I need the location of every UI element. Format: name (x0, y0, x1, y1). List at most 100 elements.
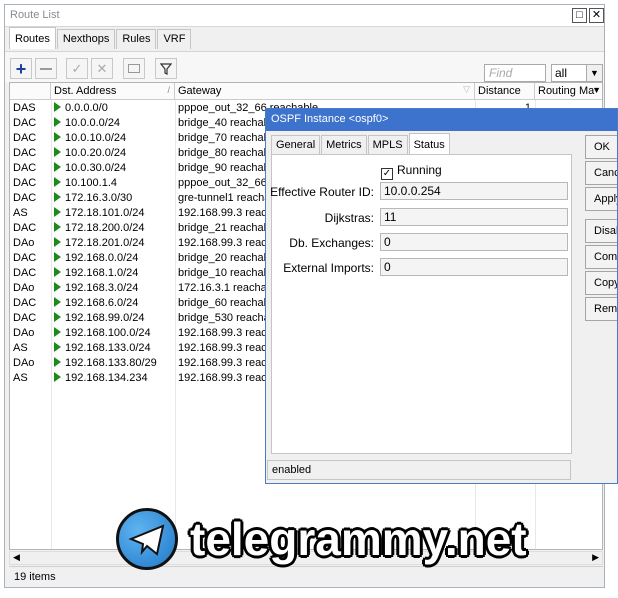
route-dst-address-text: 192.168.133.80/29 (65, 357, 157, 369)
route-dst-address: 172.16.3.0/30 (51, 191, 175, 206)
db-exchanges-value[interactable]: 0 (380, 233, 568, 251)
route-dst-address: 10.0.20.0/24 (51, 146, 175, 161)
window-title: Route List (10, 9, 60, 21)
route-dst-address: 172.18.101.0/24 (51, 206, 175, 221)
route-dst-address-text: 10.0.10.0/24 (65, 132, 127, 144)
route-flag-icon (54, 177, 61, 187)
tab-vrf[interactable]: VRF (157, 29, 192, 49)
column-header-gateway[interactable]: Gateway ▽ (175, 83, 475, 100)
tab-routes[interactable]: Routes (9, 27, 56, 49)
title-bar[interactable]: Route List □ ✕ (5, 5, 604, 27)
route-flags-text: DAC (13, 267, 37, 279)
route-flags-text: DAC (13, 222, 37, 234)
dijkstras-value[interactable]: 11 (380, 208, 568, 226)
route-flags: DAC (10, 311, 51, 326)
ospf-instance-dialog: OSPF Instance <ospf0> General Metrics MP… (265, 108, 618, 484)
sort-indicator-icon: ▽ (463, 84, 470, 94)
route-flag-icon (54, 327, 61, 337)
running-checkbox[interactable]: ✓ Running (381, 163, 442, 180)
route-flags: DAC (10, 191, 51, 206)
route-flags-text: DAC (13, 177, 37, 189)
tab-metrics[interactable]: Metrics (321, 135, 367, 154)
tab-rules[interactable]: Rules (116, 29, 157, 49)
route-flags-text: DAS (13, 102, 36, 114)
route-dst-address-text: 10.100.1.4 (65, 177, 117, 189)
running-label: Running (397, 163, 442, 177)
column-header-routing-mark[interactable]: Routing Ma ▼ (535, 83, 602, 100)
route-dst-address-text: 192.168.6.0/24 (65, 297, 139, 309)
route-flag-icon (54, 192, 61, 202)
remove-button[interactable]: Remove (585, 297, 617, 321)
route-flags: DAo (10, 236, 51, 251)
route-flags-text: DAC (13, 162, 37, 174)
enable-button[interactable]: ✓ (66, 58, 88, 79)
add-button[interactable]: + (10, 58, 32, 79)
tab-general[interactable]: General (271, 135, 321, 154)
column-header-label: Gateway (178, 85, 222, 97)
route-flags-text: AS (13, 372, 28, 384)
maximize-button[interactable]: □ (572, 8, 587, 23)
add-icon: + (15, 58, 27, 79)
route-flags-text: AS (13, 342, 28, 354)
route-flags-text: DAo (13, 237, 35, 249)
router-id-value[interactable]: 10.0.0.254 (380, 182, 568, 200)
route-flag-icon (54, 342, 61, 352)
comment-button[interactable] (123, 58, 145, 79)
toolbar: + ✓ ✕ Find all ▼ (5, 51, 604, 83)
disable-button[interactable]: ✕ (91, 58, 113, 79)
route-flags: DAC (10, 131, 51, 146)
dialog-title[interactable]: OSPF Instance <ospf0> (266, 109, 617, 131)
route-flag-icon (54, 357, 61, 367)
route-flag-icon (54, 237, 61, 247)
route-flags-text: DAC (13, 192, 37, 204)
route-dst-address-text: 172.18.201.0/24 (65, 237, 145, 249)
scroll-left-icon: ◀ (13, 552, 20, 562)
route-dst-address: 192.168.3.0/24 (51, 281, 175, 296)
route-flag-icon (54, 252, 61, 262)
route-gateway-text: bridge_10 reachable (178, 267, 279, 279)
route-dst-address-text: 10.0.20.0/24 (65, 147, 127, 159)
filter-button[interactable] (155, 58, 177, 79)
route-dst-address: 192.168.1.0/24 (51, 266, 175, 281)
tab-mpls[interactable]: MPLS (367, 135, 408, 154)
ok-button[interactable]: OK (585, 135, 617, 159)
column-header-flags[interactable] (10, 83, 51, 100)
route-flags-text: DAC (13, 297, 37, 309)
chevron-down-icon: ▼ (586, 65, 602, 81)
route-dst-address-text: 0.0.0.0/0 (65, 102, 108, 114)
route-gateway-text: pppoe_out_32_66 (178, 177, 267, 189)
route-flag-icon (54, 222, 61, 232)
router-id-label: Effective Router ID: (270, 185, 374, 199)
external-imports-value[interactable]: 0 (380, 258, 568, 276)
route-flags-text: DAC (13, 147, 37, 159)
route-flags: DAC (10, 221, 51, 236)
close-button[interactable]: ✕ (589, 8, 604, 23)
column-header-label: Dst. Address (54, 85, 117, 97)
disable-button[interactable]: Disable (585, 219, 617, 243)
tab-status[interactable]: Status (408, 133, 450, 154)
checkmark-icon: ✓ (381, 168, 393, 180)
route-dst-address-text: 172.18.101.0/24 (65, 207, 145, 219)
tab-nexthops[interactable]: Nexthops (56, 29, 116, 49)
filter-select[interactable]: all ▼ (551, 64, 603, 82)
remove-button[interactable] (35, 58, 57, 79)
route-dst-address-text: 192.168.100.0/24 (65, 327, 151, 339)
comment-button[interactable]: Comment (585, 245, 617, 269)
route-flags: DAC (10, 116, 51, 131)
column-header-dst-address[interactable]: Dst. Address / (51, 83, 175, 100)
route-flags: DAo (10, 281, 51, 296)
cancel-button[interactable]: Cancel (585, 161, 617, 185)
copy-button[interactable]: Copy (585, 271, 617, 295)
route-gateway-text: bridge_80 reachable (178, 147, 279, 159)
route-flags: DAC (10, 266, 51, 281)
route-flags-text: AS (13, 207, 28, 219)
apply-button[interactable]: Apply (585, 187, 617, 211)
find-input[interactable]: Find (484, 64, 546, 82)
route-dst-address: 10.100.1.4 (51, 176, 175, 191)
external-imports-label: External Imports: (283, 261, 374, 275)
column-header-distance[interactable]: Distance (475, 83, 535, 100)
route-dst-address: 192.168.133.0/24 (51, 341, 175, 356)
telegram-logo-icon (116, 508, 178, 570)
status-panel: ✓ Running Effective Router ID: 10.0.0.254… (270, 154, 572, 454)
route-dst-address-text: 10.0.30.0/24 (65, 162, 127, 174)
